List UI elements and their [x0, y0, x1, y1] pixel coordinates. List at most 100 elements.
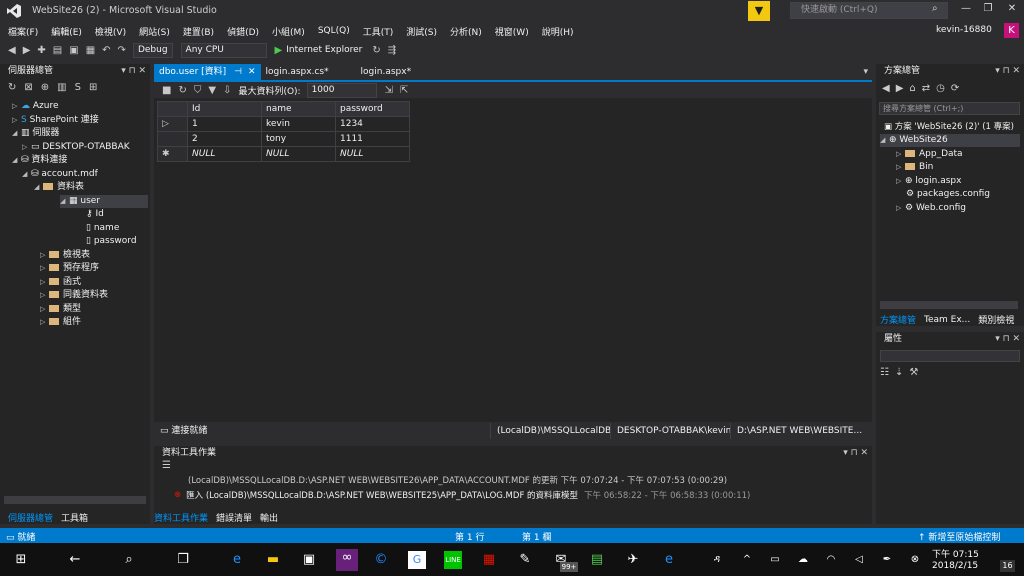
tree-item-solution[interactable]: ▣ 方案 'WebSite26 (2)' (1 專案) [884, 121, 1014, 134]
cell-name[interactable]: tony [261, 131, 336, 147]
tree-item-desktop[interactable]: ▷ ▭ DESKTOP-OTABBAK [22, 141, 130, 154]
tree-item-procedures[interactable]: ▷ 預存程序 [40, 262, 99, 275]
menu-window[interactable]: 視窗(W) [495, 25, 529, 38]
google-icon[interactable]: G [408, 551, 426, 569]
notepad-icon[interactable]: ▤ [588, 551, 606, 569]
tree-item-user-table[interactable]: ◢ ▦ user [60, 195, 148, 208]
tree-item-synonyms[interactable]: ▷ 同義資料表 [40, 289, 108, 302]
tree-item-data-connections[interactable]: ◢ ⛁ 資料連接 [12, 154, 67, 167]
properties-icon[interactable]: ⊞ [89, 82, 97, 93]
col-header-name[interactable]: name [261, 101, 336, 117]
user-name[interactable]: kevin-16880 [936, 25, 992, 35]
pin-close-icon[interactable]: ▾ ⊓ ✕ [843, 446, 868, 460]
visual-studio-taskbar-icon[interactable]: ∞ [336, 549, 358, 571]
save-icon[interactable]: ▣ [69, 45, 78, 56]
tree-item-col-id[interactable]: ⚷ Id [86, 208, 104, 221]
avatar[interactable]: K [1004, 23, 1019, 38]
row-marker[interactable]: ▷ [157, 116, 188, 132]
ie-icon[interactable]: e [660, 551, 678, 569]
cell-id[interactable]: 1 [187, 116, 262, 132]
pin-icon[interactable]: ⊣ [234, 67, 242, 77]
cell-password[interactable]: 1111 [335, 131, 410, 147]
tree-item-tables[interactable]: ◢ 資料表 [34, 181, 84, 194]
clear-icon[interactable]: ☰ [154, 460, 872, 474]
people-icon[interactable]: ዳ [708, 551, 726, 569]
menu-test[interactable]: 測試(S) [406, 25, 437, 38]
alphabetical-icon[interactable]: ⇣ [895, 367, 903, 378]
refresh-icon[interactable]: ↻ [178, 85, 186, 96]
windows-start-icon[interactable]: ⊞ [12, 551, 30, 569]
pen-icon[interactable]: ✒ [878, 551, 896, 569]
script-icon[interactable]: ⇩ [223, 85, 231, 96]
back-icon[interactable]: ◀ [8, 45, 16, 56]
tab-dbo-user[interactable]: dbo.user [資料] ⊣ ✕ [154, 64, 261, 80]
stop-icon[interactable]: ■ [162, 85, 171, 96]
tree-item-functions[interactable]: ▷ 函式 [40, 276, 81, 289]
menu-file[interactable]: 檔案(F) [8, 25, 38, 38]
tab-login-aspx[interactable]: login.aspx* [356, 64, 417, 80]
new-project-icon[interactable]: ✚ [37, 45, 45, 56]
tree-item-packages-config[interactable]: ⚙ packages.config [906, 188, 990, 201]
filter-icon-2[interactable]: ▼ [208, 85, 216, 96]
onedrive-icon[interactable]: ☁ [794, 551, 812, 569]
cell-password[interactable]: 1234 [335, 116, 410, 132]
max-rows-dropdown[interactable]: 1000 [306, 82, 377, 98]
sync-icon[interactable]: ⇄ [922, 83, 930, 94]
sharepoint-icon[interactable]: S [75, 82, 81, 93]
menu-edit[interactable]: 編輯(E) [51, 25, 82, 38]
tree-item-app-data[interactable]: ▷ App_Data [896, 148, 963, 161]
cell-name[interactable]: NULL [261, 146, 336, 162]
store-icon[interactable]: ▣ [300, 551, 318, 569]
solution-search-input[interactable]: 搜尋方案總管 (Ctrl+;) [879, 102, 1020, 115]
forward-icon[interactable]: ▶ [23, 45, 31, 56]
undo-icon[interactable]: ↶ [102, 45, 110, 56]
back-arrow-icon[interactable]: ← [66, 551, 84, 569]
properties-object-dropdown[interactable] [880, 350, 1020, 362]
tab-toolbox[interactable]: 工具箱 [61, 511, 88, 524]
restore-icon[interactable]: ❐ [980, 3, 996, 14]
menu-build[interactable]: 建置(B) [183, 25, 214, 38]
refresh-icon[interactable]: ↻ [372, 45, 380, 56]
horizontal-scrollbar[interactable] [880, 301, 1018, 309]
tab-class-view[interactable]: 類別檢視 [978, 313, 1014, 326]
tree-item-azure[interactable]: ▷ ☁ Azure [12, 100, 59, 113]
source-control-button[interactable]: ↑ 新增至原始檔控制 [918, 530, 1000, 543]
menu-tools[interactable]: 工具(T) [363, 25, 394, 38]
wifi-icon[interactable]: ◠ [822, 551, 840, 569]
tree-item-sharepoint[interactable]: ▷ S SharePoint 連接 [12, 114, 99, 127]
home-icon[interactable]: ⌂ [909, 83, 915, 94]
app-icon-grid[interactable]: ▦ [480, 551, 498, 569]
volume-icon[interactable]: ◁ [850, 551, 868, 569]
script-icon-2[interactable]: ⇱ [400, 85, 408, 96]
quick-launch-input[interactable]: 快速啟動 (Ctrl+Q) [790, 2, 948, 19]
tree-item-col-name[interactable]: ▯ name [86, 222, 119, 235]
notification-center-badge[interactable]: 16 [1000, 560, 1015, 572]
tab-error-list[interactable]: 錯誤清單 [216, 511, 252, 524]
pending-changes-icon[interactable]: ◷ [936, 83, 945, 94]
tree-item-servers[interactable]: ◢ ▥ 伺服器 [12, 127, 59, 140]
network-off-icon[interactable]: ⊗ [906, 551, 924, 569]
line-icon[interactable]: LINE [444, 551, 462, 569]
battery-icon[interactable]: ▭ [766, 551, 784, 569]
minimize-icon[interactable]: — [958, 3, 974, 14]
pin-close-icon[interactable]: ▾ ⊓ ✕ [121, 64, 146, 78]
close-icon[interactable]: ✕ [1004, 3, 1020, 14]
tree-item-assemblies[interactable]: ▷ 組件 [40, 316, 81, 329]
cell-id[interactable]: 2 [187, 131, 262, 147]
pin-close-icon[interactable]: ▾ ⊓ ✕ [995, 64, 1020, 78]
cell-id[interactable]: NULL [187, 146, 262, 162]
back-icon[interactable]: ◀ [882, 83, 890, 94]
close-tab-icon[interactable]: ✕ [248, 67, 256, 77]
show-hidden-icon[interactable]: ^ [738, 551, 756, 569]
categorized-icon[interactable]: ☷ [880, 367, 889, 378]
open-icon[interactable]: ▤ [53, 45, 62, 56]
tab-solution-explorer[interactable]: 方案總管 [880, 313, 916, 326]
tree-item-bin[interactable]: ▷ Bin [896, 161, 933, 174]
config-dropdown[interactable]: Debug [132, 42, 173, 58]
app-icon-pen[interactable]: ✎ [516, 551, 534, 569]
tab-team-explorer[interactable]: Team Ex... [924, 315, 970, 325]
tab-overflow-icon[interactable]: ▾ [863, 67, 868, 77]
property-pages-icon[interactable]: ⚒ [909, 367, 918, 378]
task-view-icon[interactable]: ❐ [174, 551, 192, 569]
new-row-marker[interactable]: ✱ [157, 146, 188, 162]
